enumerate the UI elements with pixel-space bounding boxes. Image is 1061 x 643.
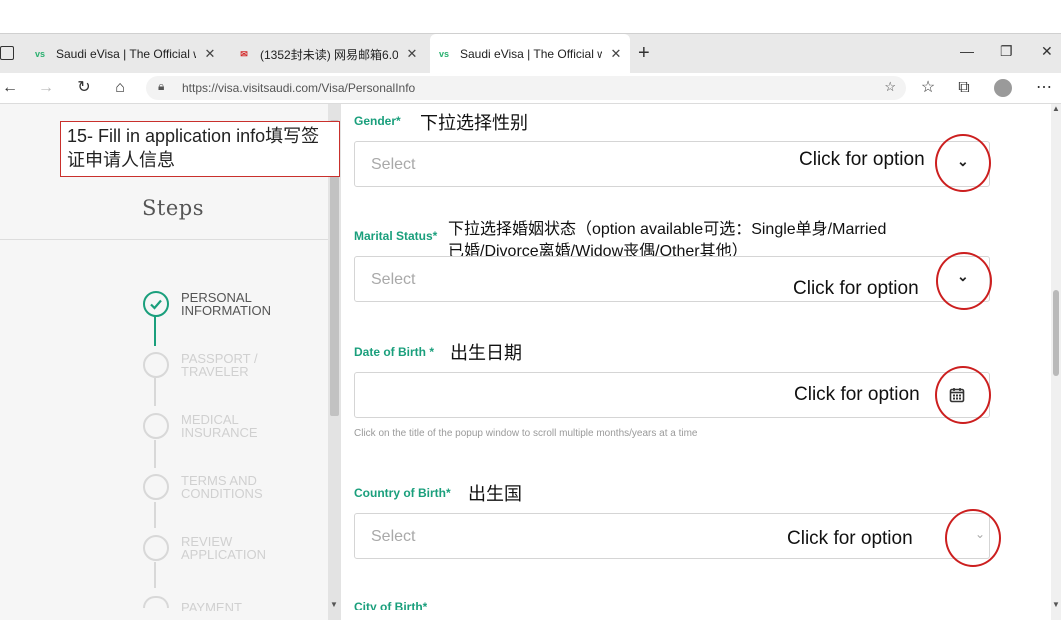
- gender-label: Gender*: [354, 114, 401, 128]
- close-window-button[interactable]: ✕: [1041, 43, 1053, 60]
- tab-saudi-evisa-1[interactable]: vs Saudi eVisa | The Official website ✕: [26, 34, 224, 74]
- address-bar-row: ← → ↻ ⌂ 🔒︎ https://visa.visitsaudi.com/V…: [0, 73, 1061, 104]
- tab-title: Saudi eVisa | The Official website: [460, 47, 602, 61]
- step-passport-traveler[interactable]: PASSPORT / TRAVELER: [181, 352, 301, 378]
- netease-mail-favicon-icon: ✉: [240, 48, 248, 59]
- country-of-birth-label: Country of Birth*: [354, 486, 451, 500]
- step-connector: [154, 502, 156, 528]
- address-bar[interactable]: 🔒︎ https://visa.visitsaudi.com/Visa/Pers…: [146, 76, 906, 100]
- date-of-birth-callout: Click for option: [794, 384, 920, 405]
- tab-saudi-evisa-active[interactable]: vs Saudi eVisa | The Official website ✕: [430, 34, 630, 74]
- tab-title: Saudi eVisa | The Official website: [56, 47, 196, 61]
- scroll-down-arrow-icon[interactable]: ▼: [1052, 600, 1060, 609]
- page-scrollbar-thumb[interactable]: [1053, 290, 1059, 376]
- date-of-birth-annotation: 出生日期: [450, 343, 522, 363]
- forward-arrow-icon[interactable]: →: [36, 78, 56, 98]
- visit-saudi-favicon-icon: vs: [34, 49, 45, 59]
- chevron-down-icon[interactable]: ⌄: [957, 268, 969, 285]
- profile-avatar[interactable]: [994, 79, 1012, 97]
- new-tab-button[interactable]: +: [638, 42, 650, 65]
- minimize-button[interactable]: —: [960, 43, 974, 59]
- divider: [0, 239, 328, 240]
- lock-icon: 🔒︎: [158, 79, 165, 93]
- home-icon[interactable]: ⌂: [110, 78, 130, 98]
- city-of-birth-label: City of Birth*: [354, 600, 428, 610]
- country-of-birth-annotation: 出生国: [468, 484, 522, 504]
- step-terms-and-conditions[interactable]: TERMS AND CONDITIONS: [181, 474, 301, 500]
- browser-tab-bar: vs Saudi eVisa | The Official website ✕ …: [0, 33, 1061, 74]
- highlight-circle: [945, 509, 1001, 567]
- steps-title: Steps: [142, 196, 204, 220]
- close-tab-icon[interactable]: ✕: [404, 46, 420, 62]
- close-tab-icon[interactable]: ✕: [202, 46, 218, 62]
- collections-icon[interactable]: ⧉: [954, 78, 974, 98]
- step-medical-insurance[interactable]: MEDICAL INSURANCE: [181, 413, 301, 439]
- step-circle-icon: [143, 535, 169, 561]
- gender-annotation: 下拉选择性别: [420, 113, 528, 133]
- chevron-down-icon[interactable]: ⌄: [975, 527, 985, 541]
- date-of-birth-hint: Click on the title of the popup window t…: [354, 428, 698, 439]
- step-connector: [154, 562, 156, 588]
- gender-placeholder: Select: [371, 156, 416, 173]
- step-check-icon: [143, 291, 169, 317]
- restore-button[interactable]: ❐: [1000, 43, 1013, 60]
- step-circle-icon: [143, 413, 169, 439]
- back-arrow-icon[interactable]: ←: [0, 78, 20, 98]
- favorites-icon[interactable]: ☆: [918, 78, 938, 98]
- visit-saudi-favicon-icon: vs: [438, 49, 449, 59]
- scroll-up-arrow-icon[interactable]: ▲: [1052, 104, 1060, 113]
- marital-status-placeholder: Select: [371, 271, 416, 288]
- instruction-annotation: 15- Fill in application info填写签证申请人信息: [60, 121, 340, 177]
- url-text: https://visa.visitsaudi.com/Visa/Persona…: [182, 81, 416, 95]
- chevron-down-icon[interactable]: ⌄: [957, 153, 969, 170]
- step-personal-information[interactable]: PERSONAL INFORMATION: [181, 291, 301, 317]
- scroll-down-arrow-icon[interactable]: ▼: [330, 600, 338, 609]
- step-payment[interactable]: PAYMENT: [181, 601, 301, 611]
- tab-netease-mail[interactable]: ✉ (1352封未读) 网易邮箱6.0版 ✕: [230, 34, 426, 74]
- tab-actions-icon[interactable]: [0, 46, 14, 60]
- refresh-icon[interactable]: ↻: [74, 78, 94, 98]
- more-menu-icon[interactable]: ⋯: [1034, 78, 1054, 98]
- step-review-application[interactable]: REVIEW APPLICATION: [181, 535, 301, 561]
- tab-title: (1352封未读) 网易邮箱6.0版: [260, 47, 398, 62]
- marital-status-callout: Click for option: [793, 278, 919, 299]
- step-connector: [154, 440, 156, 468]
- date-of-birth-label: Date of Birth *: [354, 345, 435, 359]
- add-favorite-icon[interactable]: ☆: [884, 79, 896, 95]
- country-of-birth-placeholder: Select: [371, 528, 416, 545]
- step-circle-icon: [143, 352, 169, 378]
- gender-callout: Click for option: [799, 149, 925, 170]
- marital-status-label: Marital Status*: [354, 229, 438, 243]
- step-circle-icon: [143, 474, 169, 500]
- step-connector: [154, 316, 156, 346]
- calendar-icon[interactable]: [949, 387, 965, 408]
- country-of-birth-callout: Click for option: [787, 528, 913, 549]
- step-connector: [154, 378, 156, 406]
- close-tab-icon[interactable]: ✕: [608, 46, 624, 62]
